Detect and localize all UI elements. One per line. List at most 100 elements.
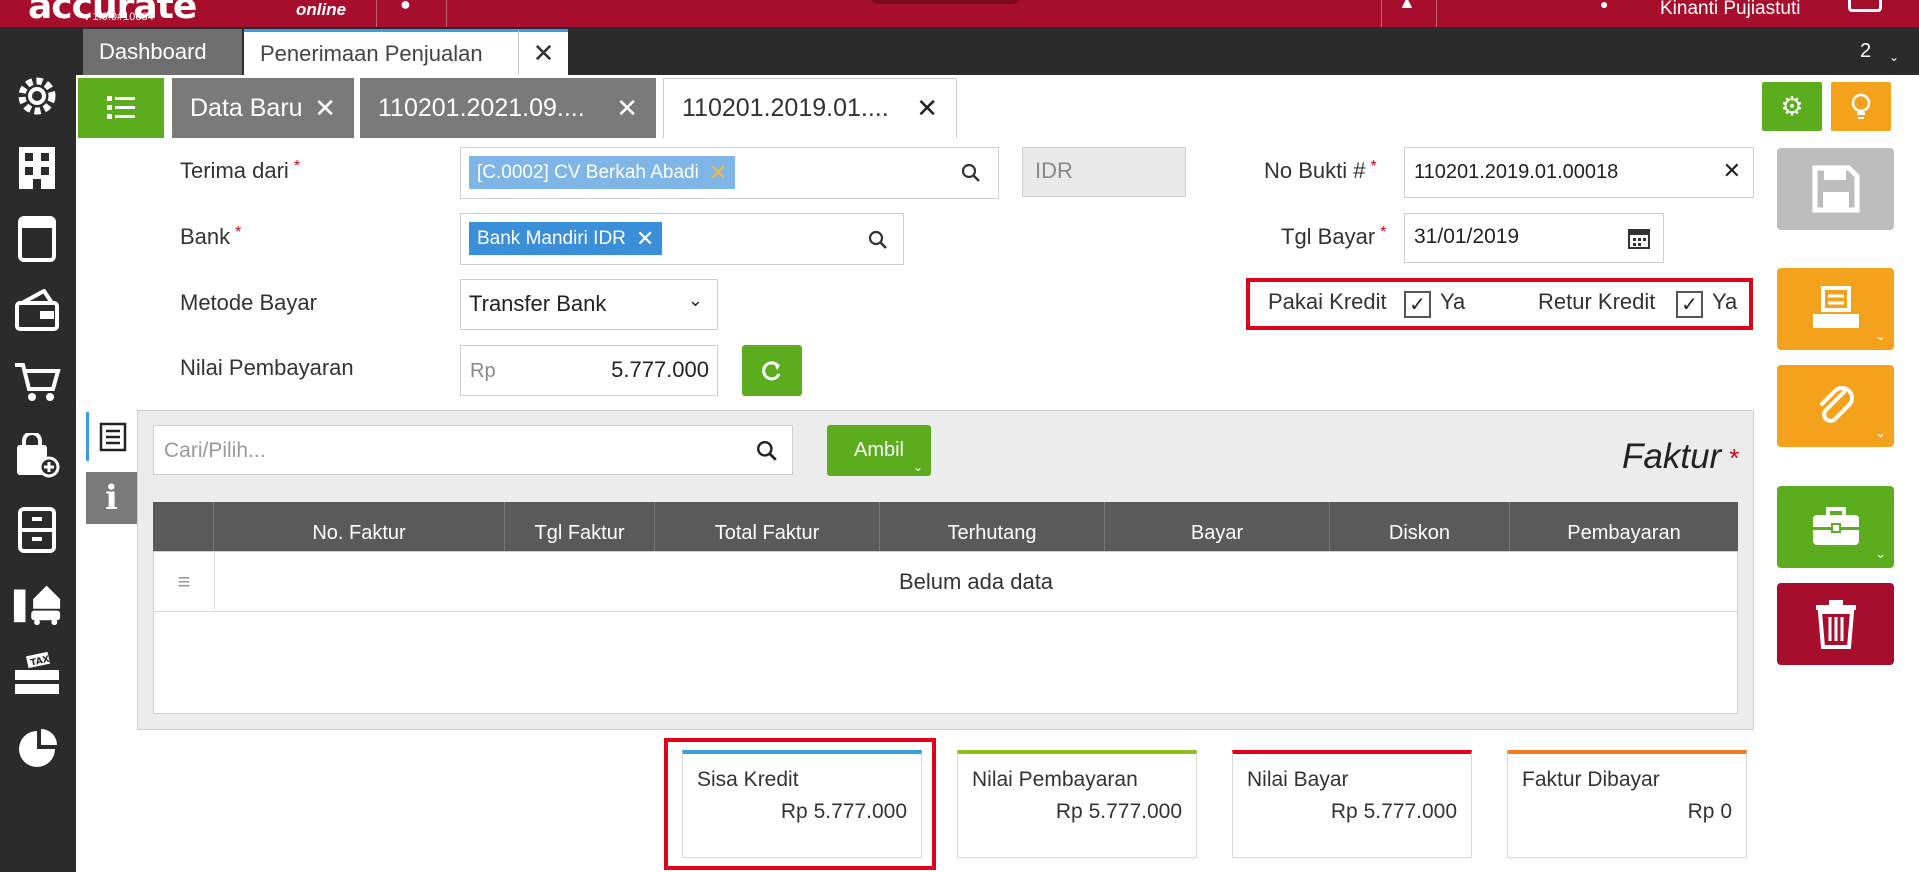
delete-button[interactable] (1777, 583, 1894, 665)
column-header[interactable]: Tgl Faktur (505, 502, 655, 551)
topbar-divider (376, 0, 377, 27)
column-header[interactable]: Diskon (1330, 502, 1510, 551)
notification-icon[interactable]: ● (400, 0, 411, 15)
no-bukti-label: No Bukti # * (1264, 158, 1377, 183)
building-icon[interactable] (12, 143, 62, 193)
bell-icon[interactable]: ▲ (1398, 0, 1416, 13)
tips-button[interactable] (1831, 82, 1891, 131)
bank-label: Bank * (180, 224, 242, 249)
currency-field: IDR (1022, 147, 1186, 197)
remove-chip-icon[interactable]: ✕ (709, 160, 727, 186)
summary-card-nilai-bayar: Nilai Bayar Rp 5.777.000 (1232, 750, 1472, 858)
pakai-kredit-value: Ya (1440, 289, 1466, 314)
chevron-down-icon: ⌄ (687, 290, 703, 310)
tab-penerimaan-penjualan[interactable]: Penerimaan Penjualan (244, 29, 518, 75)
gear-icon: ⚙ (1780, 91, 1804, 121)
topbar-divider (1436, 0, 1437, 27)
search-icon[interactable] (961, 163, 981, 183)
info-icon[interactable]: i (86, 472, 137, 524)
tax-icon[interactable]: TAX (12, 649, 62, 699)
list-icon[interactable] (78, 78, 164, 138)
assets-icon[interactable] (12, 577, 62, 627)
settings-button[interactable]: ⚙ (1762, 82, 1822, 131)
summary-card-nilai-pembayaran: Nilai Pembayaran Rp 5.777.000 (957, 750, 1197, 858)
user-avatar-icon[interactable] (1848, 0, 1882, 12)
doc-tab-label: 110201.2019.01.... (682, 94, 889, 122)
lightbulb-icon (1851, 93, 1871, 119)
doc-tab-data-baru[interactable]: Data Baru ✕ (172, 78, 354, 138)
close-icon[interactable]: ✕ (518, 29, 568, 75)
floppy-icon (1812, 165, 1859, 213)
chevron-down-icon[interactable]: ⌄ (1889, 50, 1899, 64)
empty-table-message: Belum ada data (215, 552, 1737, 612)
document-list-icon (99, 422, 127, 451)
search-icon[interactable] (756, 440, 778, 462)
printer-icon (1812, 286, 1859, 328)
shopping-bag-icon[interactable] (12, 431, 62, 481)
cart-icon[interactable] (12, 357, 62, 407)
remove-chip-icon[interactable]: ✕ (636, 226, 654, 252)
pakai-kredit-checkbox[interactable]: ✓ (1404, 291, 1431, 318)
doc-tab-2019[interactable]: 110201.2019.01.... ✕ (663, 78, 957, 138)
book-icon[interactable] (12, 214, 62, 264)
column-header-handle (153, 502, 214, 551)
retur-kredit-value: Ya (1712, 289, 1738, 314)
close-icon[interactable]: ✕ (314, 93, 336, 124)
column-header[interactable]: Bayar (1105, 502, 1330, 551)
retur-kredit-checkbox[interactable]: ✓ (1676, 291, 1703, 318)
tgl-bayar-label: Tgl Bayar * (1281, 224, 1387, 249)
row-menu-icon[interactable]: ≡ (154, 552, 215, 612)
topbar-divider (446, 0, 447, 27)
doc-tab-2021[interactable]: 110201.2021.09.... ✕ (360, 78, 656, 138)
top-bar (0, 0, 1919, 27)
save-button[interactable] (1777, 148, 1894, 230)
column-header[interactable]: Terhutang (880, 502, 1105, 551)
chevron-down-icon: ⌄ (912, 460, 923, 474)
tools-button[interactable]: ⌄ (1777, 486, 1894, 568)
faktur-table-header: No. Faktur Tgl Faktur Total Faktur Terhu… (153, 502, 1738, 551)
retur-kredit-label: Retur Kredit (1538, 289, 1656, 314)
search-icon[interactable] (868, 230, 888, 250)
close-icon[interactable]: ✕ (616, 93, 638, 124)
ambil-button[interactable]: Ambil ⌄ (827, 425, 931, 476)
user-name[interactable]: Kinanti Pujiastuti (1660, 0, 1800, 20)
close-icon[interactable]: ✕ (916, 93, 938, 124)
clear-icon[interactable]: ✕ (1723, 158, 1741, 184)
app-version: v 1.0.0#10684 (84, 11, 154, 23)
payment-icon[interactable] (12, 285, 62, 335)
no-bukti-input[interactable]: 110201.2019.01.00018 ✕ (1404, 147, 1754, 198)
sidebar: TAX (0, 27, 76, 872)
topbar-divider (1381, 0, 1382, 27)
highlight-box (664, 738, 936, 870)
tab-detail-list[interactable] (86, 412, 137, 461)
chevron-down-icon: ⌄ (1875, 546, 1886, 561)
db-icon[interactable]: ● (1600, 0, 1608, 12)
refresh-button[interactable] (742, 345, 802, 396)
customer-chip[interactable]: [C.0002] CV Berkah Abadi ✕ (469, 156, 736, 189)
tab-count[interactable]: 2 (1860, 40, 1871, 63)
attachment-button[interactable]: ⌄ (1777, 365, 1894, 447)
doc-tab-label: 110201.2021.09.... (378, 93, 585, 122)
doc-tab-label: Data Baru (190, 93, 303, 122)
metode-bayar-label: Metode Bayar (180, 290, 317, 315)
pie-chart-icon[interactable] (12, 724, 62, 774)
bank-chip[interactable]: Bank Mandiri IDR ✕ (469, 222, 663, 255)
nilai-pembayaran-input[interactable]: Rp 5.777.000 (460, 345, 718, 396)
faktur-search-input[interactable]: Cari/Pilih... (153, 425, 793, 475)
chevron-down-icon: ⌄ (1875, 425, 1886, 440)
tab-dashboard[interactable]: Dashboard (83, 29, 242, 75)
center-menu-tab[interactable] (870, 0, 1020, 4)
cabinet-icon[interactable] (12, 505, 62, 555)
faktur-title: Faktur * (1622, 437, 1740, 476)
print-button[interactable]: ⌄ (1777, 268, 1894, 350)
gear-icon[interactable] (12, 71, 62, 121)
faktur-table-body: ≡ Belum ada data (153, 551, 1738, 714)
column-header[interactable]: Pembayaran (1510, 502, 1738, 551)
nilai-pembayaran-label: Nilai Pembayaran (180, 355, 354, 380)
column-header[interactable]: No. Faktur (214, 502, 505, 551)
calendar-icon[interactable] (1628, 227, 1650, 249)
app-logo-suffix: online (296, 0, 347, 19)
column-header[interactable]: Total Faktur (655, 502, 880, 551)
metode-bayar-select[interactable]: Transfer Bank ⌄ (460, 279, 718, 330)
tgl-bayar-input[interactable]: 31/01/2019 (1404, 213, 1664, 263)
